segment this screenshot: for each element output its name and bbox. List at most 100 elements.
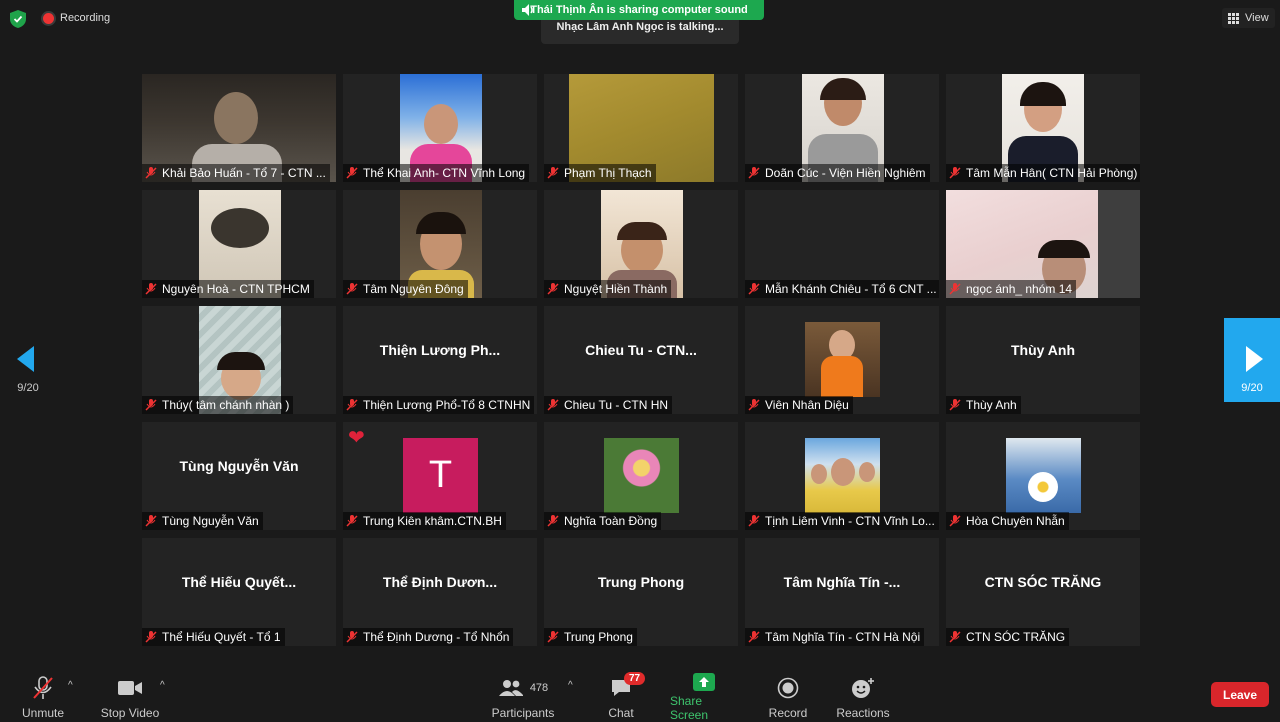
top-bar: Recording Nhạc Lâm Anh Ngọc is talking..…	[0, 0, 1280, 44]
sharing-sound-banner[interactable]: Thái Thịnh Ân is sharing computer sound	[514, 0, 764, 20]
participant-tile[interactable]: Hòa Chuyên Nhẫn	[946, 422, 1140, 530]
view-button[interactable]: View	[1222, 8, 1275, 28]
muted-mic-icon	[145, 283, 157, 295]
grid-view-icon	[1228, 12, 1239, 24]
recording-indicator[interactable]: Recording	[43, 12, 110, 24]
chevron-left-icon	[17, 346, 34, 372]
muted-mic-icon	[547, 283, 559, 295]
participant-tile[interactable]: Nguyên Hoà - CTN TPHCM	[142, 190, 336, 298]
muted-mic-icon	[949, 631, 961, 643]
participant-tile[interactable]: Trung Phong Trung Phong	[544, 538, 738, 646]
participant-tile[interactable]: Khải Bảo Huấn - Tổ 7 - CTN ...	[142, 74, 336, 182]
participant-display-name: Thùy Anh	[1010, 342, 1076, 358]
muted-mic-icon	[547, 515, 559, 527]
muted-mic-icon	[145, 515, 157, 527]
participant-name-label: Thể Định Dương - Tổ Nhổn	[343, 628, 514, 646]
participant-tile[interactable]: ngọc ánh_ nhóm 14	[946, 190, 1140, 298]
participant-name-label: Trung Kiên khâm.CTN.BH	[343, 512, 506, 530]
muted-mic-icon	[949, 399, 961, 411]
share-screen-button[interactable]: Share Screen	[670, 660, 738, 722]
participant-tile[interactable]: Thúy( tâm chánh nhàn )	[142, 306, 336, 414]
participant-name-label: Tâm Nghĩa Tín - CTN Hà Nội	[745, 628, 925, 646]
muted-mic-icon	[949, 515, 961, 527]
participant-name-label: Tâm Mẫn Hân( CTN Hải Phòng)	[946, 164, 1140, 182]
talking-text: Nhạc Lâm Anh Ngọc is talking...	[556, 21, 724, 33]
muted-mic-icon	[145, 631, 157, 643]
page-indicator-right: 9/20	[1241, 382, 1263, 394]
participant-tile[interactable]: Thể Định Dươn... Thể Định Dương - Tổ Nhổ…	[343, 538, 537, 646]
muted-mic-icon	[949, 283, 961, 295]
muted-mic-icon	[547, 631, 559, 643]
participant-tile[interactable]: Thể Hiếu Quyết... Thể Hiếu Quyết - Tổ 1	[142, 538, 336, 646]
participant-tile[interactable]: CTN SÓC TRĂNG CTN SÓC TRĂNG	[946, 538, 1140, 646]
unmute-label: Unmute	[21, 706, 65, 720]
muted-mic-icon	[346, 167, 358, 179]
unmute-button[interactable]: Unmute	[18, 660, 68, 720]
participant-video	[805, 438, 880, 513]
muted-mic-icon	[748, 283, 760, 295]
participant-tile[interactable]: Thiện Lương Ph... Thiện Lương Phổ-Tổ 8 C…	[343, 306, 537, 414]
participant-tile[interactable]: Nghĩa Toàn Đồng	[544, 422, 738, 530]
participant-name-label: Chieu Tu - CTN HN	[544, 396, 673, 414]
muted-mic-icon	[748, 515, 760, 527]
participant-display-name: Thể Hiếu Quyết...	[181, 574, 297, 590]
previous-page-button[interactable]: 9/20	[0, 318, 56, 402]
participant-display-name: Thể Định Dươn...	[382, 574, 498, 590]
participant-tile[interactable]: Nguyệt Hiền Thành	[544, 190, 738, 298]
participant-name-label: Tịnh Liêm Vinh - CTN Vĩnh Lo...	[745, 512, 939, 530]
muted-mic-icon	[547, 399, 559, 411]
leave-label: Leave	[1222, 687, 1258, 702]
participant-tile[interactable]: Tịnh Liêm Vinh - CTN Vĩnh Lo...	[745, 422, 939, 530]
share-banner-text: Thái Thịnh Ân is sharing computer sound	[530, 4, 748, 16]
participants-options-caret-icon[interactable]: ^	[568, 680, 573, 691]
participant-display-name: Tùng Nguyễn Văn	[179, 458, 299, 474]
record-button[interactable]: Record	[767, 660, 809, 720]
participant-display-name: Tâm Nghĩa Tín -...	[783, 574, 901, 590]
chat-button[interactable]: Chat	[604, 660, 638, 720]
video-options-caret-icon[interactable]: ^	[160, 680, 165, 691]
stop-video-button[interactable]: Stop Video	[100, 660, 160, 720]
participant-tile[interactable]: Chieu Tu - CTN... Chieu Tu - CTN HN	[544, 306, 738, 414]
page-indicator-left: 9/20	[17, 382, 39, 394]
muted-microphone-icon	[33, 676, 53, 699]
leave-button[interactable]: Leave	[1211, 682, 1269, 707]
stop-video-label: Stop Video	[100, 706, 160, 720]
participant-tile[interactable]: Tâm Nghĩa Tín -... Tâm Nghĩa Tín - CTN H…	[745, 538, 939, 646]
participant-tile[interactable]: Viên Nhân Diệu	[745, 306, 939, 414]
participant-tile[interactable]: Thùy Anh Thùy Anh	[946, 306, 1140, 414]
record-label: Record	[768, 706, 808, 720]
participant-display-name: Chieu Tu - CTN...	[585, 342, 697, 358]
participant-name-label: Nguyệt Hiền Thành	[544, 280, 672, 298]
participant-name-label: CTN SÓC TRĂNG	[946, 628, 1070, 646]
muted-mic-icon	[949, 167, 961, 179]
participant-name-label: Thúy( tâm chánh nhàn )	[142, 396, 294, 414]
participant-name-label: ngọc ánh_ nhóm 14	[946, 280, 1077, 298]
shield-check-icon[interactable]	[10, 10, 26, 28]
view-label: View	[1245, 12, 1269, 24]
next-page-button[interactable]: 9/20	[1224, 318, 1280, 402]
participant-tile[interactable]: Doãn Cúc - Viện Hiền Nghiêm	[745, 74, 939, 182]
emoji-reactions-icon	[852, 678, 874, 698]
chat-label: Chat	[608, 706, 634, 720]
participant-tile[interactable]: Mẫn Khánh Chiêu - Tổ 6 CNT ...	[745, 190, 939, 298]
participant-display-name: Trung Phong	[597, 574, 685, 590]
participant-video	[805, 322, 880, 397]
muted-mic-icon	[145, 399, 157, 411]
participant-grid: Khải Bảo Huấn - Tổ 7 - CTN ... Thể Khai …	[142, 74, 1140, 646]
muted-mic-icon	[748, 631, 760, 643]
participant-tile[interactable]: ❤ T Trung Kiên khâm.CTN.BH	[343, 422, 537, 530]
participant-tile[interactable]: Tùng Nguyễn Văn Tùng Nguyễn Văn	[142, 422, 336, 530]
participant-tile[interactable]: Phạm Thị Thạch	[544, 74, 738, 182]
muted-mic-icon	[346, 631, 358, 643]
participant-tile[interactable]: Thể Khai Anh- CTN Vĩnh Long	[343, 74, 537, 182]
audio-options-caret-icon[interactable]: ^	[68, 680, 73, 691]
participant-name-label: Viên Nhân Diệu	[745, 396, 853, 414]
participant-name-label: Doãn Cúc - Viện Hiền Nghiêm	[745, 164, 930, 182]
reactions-label: Reactions	[836, 706, 890, 720]
participants-button[interactable]: 478 Participants	[490, 660, 556, 720]
participant-tile[interactable]: Tâm Mẫn Hân( CTN Hải Phòng)	[946, 74, 1140, 182]
participant-name-label: Trung Phong	[544, 628, 637, 646]
participants-label: Participants	[491, 706, 555, 720]
reactions-button[interactable]: Reactions	[836, 660, 890, 720]
participant-tile[interactable]: Tâm Nguyên Đông	[343, 190, 537, 298]
